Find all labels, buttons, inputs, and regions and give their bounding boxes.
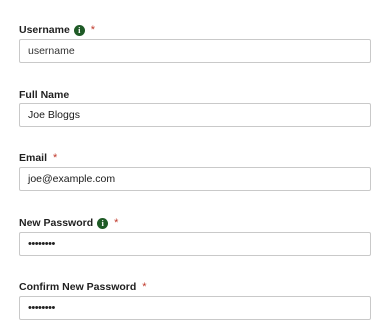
confirm-password-label-row: Confirm New Password * (19, 279, 371, 295)
full-name-label-row: Full Name (19, 87, 371, 103)
email-input[interactable]: joe@example.com (19, 167, 371, 191)
username-label: Username (19, 24, 70, 36)
full-name-value: Joe Bloggs (28, 109, 80, 121)
confirm-password-label: Confirm New Password (19, 281, 137, 293)
username-placeholder: username (28, 45, 75, 57)
new-password-label: New Password (19, 217, 94, 229)
email-value: joe@example.com (28, 173, 116, 185)
email-field-group: Email * joe@example.com (19, 150, 371, 191)
new-password-label-row: New Password i * (19, 215, 371, 231)
username-label-row: Username i * (19, 22, 371, 38)
required-asterisk: * (90, 24, 96, 36)
confirm-password-masked-value: •••••••• (28, 302, 55, 314)
full-name-field-group: Full Name Joe Bloggs (19, 87, 371, 127)
new-password-field-group: New Password i * •••••••• (19, 215, 371, 256)
email-label: Email (19, 152, 48, 164)
email-label-row: Email * (19, 150, 371, 166)
username-input[interactable]: username (19, 39, 371, 63)
full-name-label: Full Name (19, 89, 70, 101)
required-asterisk: * (114, 217, 119, 229)
confirm-password-field-group: Confirm New Password * •••••••• (19, 279, 371, 320)
required-asterisk: * (142, 281, 147, 293)
username-field-group: Username i * username (19, 22, 371, 63)
info-icon[interactable]: i (97, 217, 109, 229)
new-password-masked-value: •••••••• (28, 238, 55, 250)
confirm-password-input[interactable]: •••••••• (19, 296, 371, 320)
info-icon[interactable]: i (73, 24, 85, 36)
required-asterisk: * (53, 152, 58, 164)
full-name-input[interactable]: Joe Bloggs (19, 103, 371, 127)
new-password-input[interactable]: •••••••• (19, 232, 371, 256)
